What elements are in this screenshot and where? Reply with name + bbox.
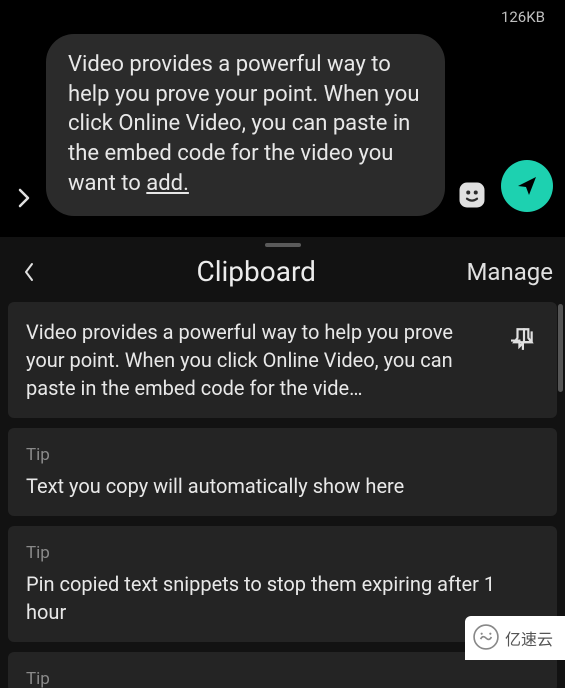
- tip-label: Tip: [26, 668, 539, 688]
- clipboard-item[interactable]: Tip Text you copy will automatically sho…: [8, 428, 557, 516]
- expand-arrow-icon[interactable]: [12, 186, 36, 216]
- clipboard-item-text: Video provides a powerful way to help yo…: [26, 318, 495, 402]
- watermark-logo-icon: [473, 624, 499, 650]
- compose-row: Video provides a powerful way to help yo…: [0, 26, 565, 236]
- attachment-size-label: 126KB: [0, 0, 565, 26]
- message-link-text[interactable]: add.: [146, 171, 189, 196]
- watermark-text: 亿速云: [505, 626, 553, 650]
- clipboard-title: Clipboard: [196, 255, 316, 288]
- clipboard-item-text: Pin copied text snippets to stop them ex…: [26, 570, 539, 626]
- emoji-icon[interactable]: [455, 178, 489, 212]
- tip-label: Tip: [26, 444, 539, 468]
- tip-label: Tip: [26, 542, 539, 566]
- pin-icon[interactable]: [509, 318, 539, 402]
- watermark: 亿速云: [465, 616, 565, 660]
- message-input[interactable]: Video provides a powerful way to help yo…: [46, 34, 445, 216]
- clipboard-item[interactable]: Video provides a powerful way to help yo…: [8, 302, 557, 418]
- message-text: Video provides a powerful way to help yo…: [68, 52, 419, 196]
- back-icon[interactable]: [12, 260, 46, 284]
- manage-button[interactable]: Manage: [466, 258, 553, 286]
- send-button[interactable]: [501, 160, 553, 212]
- clipboard-item-text: Text you copy will automatically show he…: [26, 472, 539, 500]
